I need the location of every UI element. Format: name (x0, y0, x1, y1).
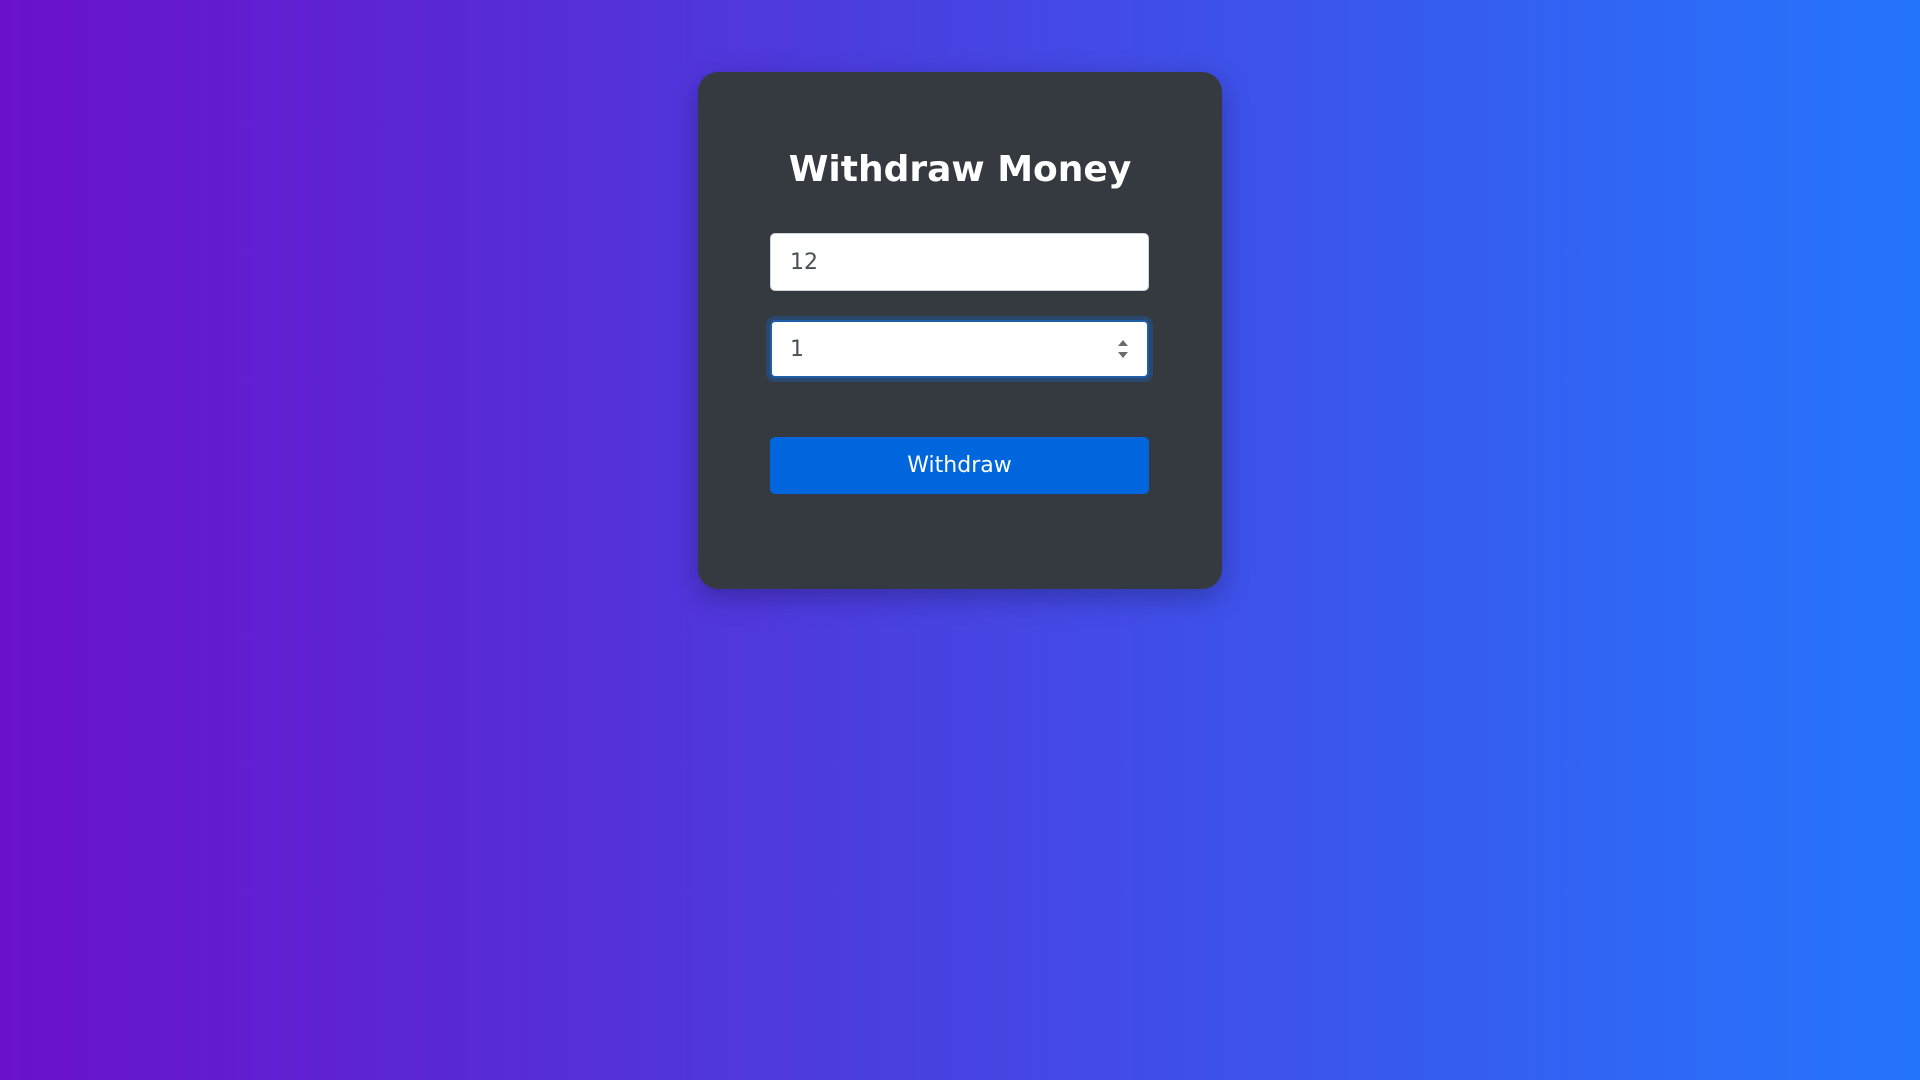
number-stepper-icon[interactable] (1111, 332, 1135, 366)
account-input-value: 12 (790, 249, 818, 275)
withdraw-card: Withdraw Money 12 1 Withdraw (698, 72, 1222, 589)
increment-arrow-icon[interactable] (1118, 340, 1128, 346)
amount-input[interactable]: 1 (770, 320, 1149, 378)
decrement-arrow-icon[interactable] (1118, 352, 1128, 358)
page-title: Withdraw Money (788, 149, 1132, 190)
amount-input-value: 1 (790, 336, 804, 362)
withdraw-button[interactable]: Withdraw (770, 437, 1149, 494)
account-input[interactable]: 12 (770, 233, 1149, 291)
